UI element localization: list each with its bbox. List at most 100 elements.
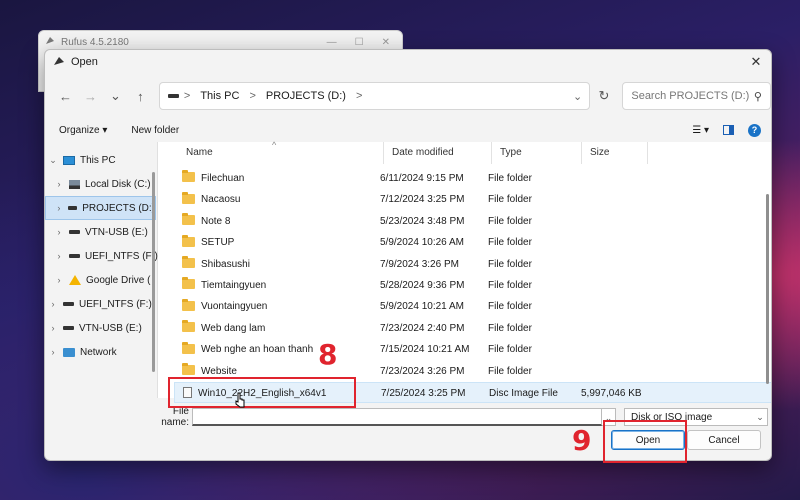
close-icon[interactable]: ✕ bbox=[382, 37, 390, 48]
expand-chevron-icon[interactable]: › bbox=[45, 323, 61, 333]
sidebar-item-this-pc[interactable]: ⌄ This PC bbox=[45, 148, 156, 172]
file-list-scrollbar[interactable] bbox=[766, 194, 769, 384]
sidebar-item-projects[interactable]: › PROJECTS (D:) bbox=[45, 196, 156, 220]
file-size-cell bbox=[580, 275, 660, 296]
file-list-header: ^ Name Date modified Type Size bbox=[158, 140, 771, 164]
minimize-icon[interactable]: — bbox=[327, 37, 337, 48]
help-icon[interactable]: ? bbox=[748, 123, 761, 137]
annotation-highlight-open-button bbox=[603, 420, 687, 463]
sidebar-item-label: Network bbox=[80, 346, 117, 358]
maximize-icon[interactable]: ☐ bbox=[355, 37, 364, 48]
chevron-down-icon: ⌄ bbox=[756, 411, 764, 422]
sidebar-item-label: UEFI_NTFS (F:) bbox=[85, 250, 158, 262]
back-arrow-icon[interactable]: ← bbox=[53, 89, 78, 104]
folder-row[interactable]: Shibasushi 7/9/2024 3:26 PM File folder bbox=[174, 254, 771, 275]
folder-row[interactable]: Filechuan 6/11/2024 9:15 PM File folder bbox=[174, 168, 771, 189]
file-type-cell: File folder bbox=[488, 173, 532, 184]
file-name-text: Tiemtaingyuen bbox=[201, 280, 267, 291]
file-type-cell: Disc Image File bbox=[489, 388, 558, 399]
folder-row[interactable]: Web nghe an hoan thanh 7/15/2024 10:21 AM… bbox=[174, 339, 771, 360]
recent-locations-chevron-icon[interactable]: ⌄ bbox=[103, 88, 128, 104]
annotation-step-9: 9 bbox=[572, 424, 592, 457]
file-type-cell: File folder bbox=[488, 365, 532, 377]
file-date-cell: 7/15/2024 10:21 AM bbox=[380, 344, 470, 356]
search-input[interactable]: Search PROJECTS (D:) ⚲ bbox=[622, 82, 771, 110]
sidebar-item-label: VTN-USB (E:) bbox=[85, 226, 148, 238]
file-type-cell: File folder bbox=[488, 258, 532, 270]
close-icon[interactable]: ✕ bbox=[741, 54, 771, 70]
sidebar-item-uefi-ntfs-2[interactable]: › UEFI_NTFS (F:) bbox=[45, 292, 156, 316]
sidebar-item-label: Local Disk (C:) bbox=[85, 178, 151, 190]
file-list: ^ Name Date modified Type Size Filechuan… bbox=[158, 140, 771, 403]
folder-row[interactable]: Vuontaingyuen 5/9/2024 10:21 AM File folde… bbox=[174, 296, 771, 317]
expand-chevron-icon[interactable]: › bbox=[45, 347, 61, 357]
view-options-icon[interactable]: ☰ ▾ bbox=[692, 125, 709, 136]
folder-row[interactable]: Tiemtaingyuen 5/28/2024 9:36 PM File folde… bbox=[174, 275, 771, 296]
drive-icon bbox=[63, 326, 74, 330]
file-name-text: Vuontaingyuen bbox=[201, 301, 268, 313]
sidebar-item-network[interactable]: › Network bbox=[45, 340, 156, 364]
address-dropdown-icon[interactable]: ⌄ bbox=[567, 90, 589, 103]
column-header-date-modified[interactable]: Date modified bbox=[384, 142, 492, 164]
file-name-text: Shibasushi bbox=[201, 258, 250, 270]
folder-row[interactable]: Nacaosu 7/12/2024 3:25 PM File folder bbox=[174, 189, 771, 210]
annotation-step-8: 8 bbox=[318, 338, 338, 371]
breadcrumb-projects[interactable]: PROJECTS (D:) bbox=[266, 90, 346, 102]
preview-pane-icon[interactable] bbox=[723, 125, 734, 135]
file-name-label: File name: bbox=[161, 406, 189, 428]
sidebar-item-label: VTN-USB (E:) bbox=[79, 322, 142, 334]
file-size-cell bbox=[580, 361, 660, 382]
expand-chevron-icon[interactable]: › bbox=[51, 251, 67, 261]
organize-button[interactable]: Organize ▾ bbox=[59, 125, 107, 136]
sidebar-scrollbar[interactable] bbox=[152, 172, 155, 372]
up-arrow-icon[interactable]: ↑ bbox=[128, 89, 153, 104]
dialog-title: Open bbox=[71, 56, 98, 68]
folder-row[interactable]: Note 8 5/23/2024 3:48 PM File folder bbox=[174, 211, 771, 232]
folder-row[interactable]: Web dang lam 7/23/2024 2:40 PM File folder bbox=[174, 318, 771, 339]
open-file-dialog: Open ✕ ← → ⌄ ↑ > This PC > PROJECTS (D:)… bbox=[44, 49, 772, 461]
expand-chevron-icon[interactable]: › bbox=[52, 203, 66, 213]
breadcrumb-this-pc[interactable]: This PC bbox=[200, 90, 239, 102]
file-name-cell: Nacaosu bbox=[182, 189, 372, 210]
file-name-cell: Web dang lam bbox=[182, 318, 372, 339]
file-name-text: Nacaosu bbox=[201, 194, 241, 206]
file-name-cell: SETUP bbox=[182, 232, 372, 253]
expand-chevron-icon[interactable]: › bbox=[45, 299, 61, 309]
file-date-cell: 6/11/2024 9:15 PM bbox=[380, 173, 464, 184]
expand-chevron-icon[interactable]: › bbox=[51, 275, 67, 285]
file-name-text: Web dang lam bbox=[201, 322, 266, 334]
sidebar-item-vtn-usb[interactable]: › VTN-USB (E:) bbox=[45, 220, 162, 244]
sidebar-item-local-disk[interactable]: › Local Disk (C:) bbox=[45, 172, 162, 196]
folder-icon bbox=[182, 341, 195, 354]
file-date-cell: 7/25/2024 3:25 PM bbox=[381, 388, 466, 399]
sidebar-item-vtn-usb-2[interactable]: › VTN-USB (E:) bbox=[45, 316, 156, 340]
file-type-cell: File folder bbox=[488, 280, 532, 291]
file-size-cell bbox=[580, 296, 660, 317]
folder-icon bbox=[182, 277, 195, 290]
forward-arrow-icon[interactable]: → bbox=[78, 89, 103, 104]
refresh-icon[interactable]: ↻ bbox=[590, 88, 619, 104]
new-folder-button[interactable]: New folder bbox=[131, 125, 179, 136]
column-header-size[interactable]: Size bbox=[582, 142, 648, 164]
cancel-button[interactable]: Cancel bbox=[687, 430, 761, 450]
dialog-titlebar: Open ✕ bbox=[45, 50, 771, 74]
file-name-text: Note 8 bbox=[201, 215, 231, 227]
file-name-text: SETUP bbox=[201, 237, 235, 249]
expand-chevron-icon[interactable]: › bbox=[51, 179, 67, 189]
drive-icon bbox=[167, 94, 179, 98]
folder-row[interactable]: SETUP 5/9/2024 10:26 AM File folder bbox=[174, 232, 771, 253]
sidebar-item-google-drive[interactable]: › Google Drive ( bbox=[45, 268, 162, 292]
file-name-cell: Tiemtaingyuen bbox=[182, 275, 372, 296]
column-header-name[interactable]: Name bbox=[178, 142, 384, 164]
file-name-text: Web nghe an hoan thanh bbox=[201, 344, 314, 356]
local-disk-icon bbox=[69, 179, 80, 189]
drive-icon bbox=[63, 302, 74, 306]
file-name-input[interactable] bbox=[192, 408, 602, 426]
address-bar[interactable]: > This PC > PROJECTS (D:) > ⌄ bbox=[158, 82, 590, 110]
expand-chevron-icon[interactable]: › bbox=[51, 227, 67, 237]
computer-icon bbox=[63, 155, 75, 165]
column-header-type[interactable]: Type bbox=[492, 142, 582, 164]
sidebar-item-uefi-ntfs[interactable]: › UEFI_NTFS (F:) bbox=[45, 244, 162, 268]
file-size-cell: 5,997,046 KB bbox=[581, 388, 642, 399]
collapse-chevron-icon[interactable]: ⌄ bbox=[45, 155, 61, 166]
